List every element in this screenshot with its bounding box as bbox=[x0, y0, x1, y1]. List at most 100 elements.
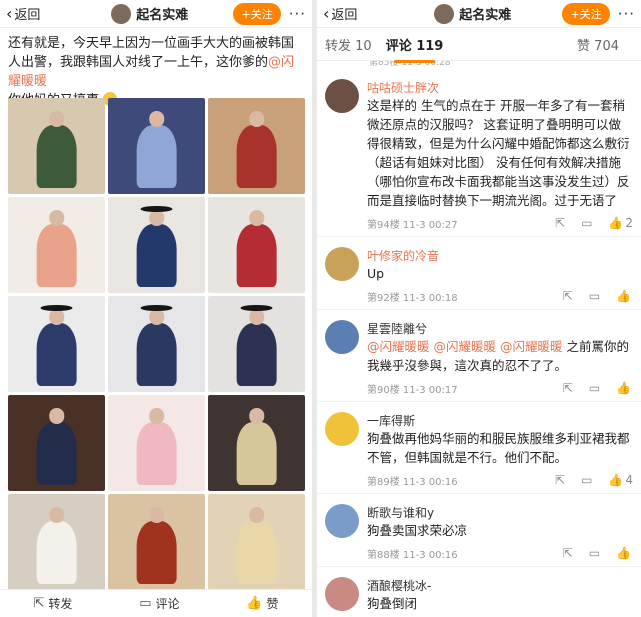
comment-content: 狗叠做再他妈华丽的和服民族服维多利亚裙我都不管，但韩国就是不行。他们不配。 bbox=[367, 431, 630, 465]
reply-icon[interactable]: ▭ bbox=[581, 216, 592, 230]
head-shape bbox=[48, 408, 65, 424]
comment-text: 狗叠倒闭 bbox=[367, 594, 633, 613]
like-button[interactable]: 👍 bbox=[616, 546, 633, 560]
share-icon[interactable]: ⇱ bbox=[563, 289, 573, 303]
photo-thumbnail[interactable] bbox=[108, 395, 205, 491]
comment-meta: 第94楼 11-3 00:27 ⇱ ▭ 👍 2 bbox=[367, 210, 633, 236]
comment-body: 酒酿樱桃冰- 狗叠倒闭第86楼 11-3 00:15⇱▭👍 bbox=[367, 577, 633, 617]
comment-content: 这是样的 生气的点在于 开服一年多了有一套稍微还原点的汉服吗？ 这套证明了叠明明… bbox=[367, 98, 630, 208]
tab-like[interactable]: 赞 704 bbox=[577, 35, 619, 54]
photo-thumbnail[interactable] bbox=[108, 197, 205, 293]
figure-shape bbox=[36, 322, 77, 387]
head-shape bbox=[148, 408, 165, 424]
share-icon[interactable]: ⇱ bbox=[555, 473, 565, 487]
back-button[interactable]: ‹ 返回 bbox=[323, 4, 383, 23]
commenter-name[interactable]: 星雲陸離兮 bbox=[367, 320, 633, 337]
chevron-left-icon: ‹ bbox=[323, 3, 330, 23]
comment-body: 咕咕硕士胖次这是样的 生气的点在于 开服一年多了有一套稍微还原点的汉服吗？ 这套… bbox=[367, 79, 633, 236]
commenter-name[interactable]: 一库得斯 bbox=[367, 412, 633, 429]
comment-body: 一库得斯狗叠做再他妈华丽的和服民族服维多利亚裙我都不管，但韩国就是不行。他们不配… bbox=[367, 412, 633, 493]
photo-thumbnail[interactable] bbox=[8, 395, 105, 491]
photo-thumbnail[interactable] bbox=[108, 494, 205, 590]
like-button[interactable]: 👍 赞 bbox=[246, 595, 278, 612]
tab-comment[interactable]: 评论 119 bbox=[386, 35, 443, 63]
commenter-avatar[interactable] bbox=[325, 247, 359, 281]
figure-shape bbox=[36, 421, 77, 486]
comment-button[interactable]: ▭ 评论 bbox=[139, 595, 179, 612]
commenter-avatar[interactable] bbox=[325, 79, 359, 113]
photo-thumbnail[interactable] bbox=[108, 98, 205, 194]
figure-shape bbox=[136, 520, 177, 585]
author-name[interactable]: 起名实难 bbox=[459, 4, 511, 23]
like-button[interactable]: 👍 bbox=[616, 289, 633, 303]
commenter-avatar[interactable] bbox=[325, 320, 359, 354]
author-info: 起名实难 bbox=[66, 3, 233, 24]
follow-button[interactable]: +关注 bbox=[562, 2, 610, 25]
like-button[interactable]: 👍 4 bbox=[608, 473, 633, 487]
comment-item: 酒酿樱桃冰- 狗叠倒闭第86楼 11-3 00:15⇱▭👍 bbox=[317, 567, 641, 617]
comment-actions: ⇱ ▭ 👍 bbox=[563, 289, 633, 303]
commenter-name[interactable]: 叶修家的冷音 bbox=[367, 247, 633, 264]
reply-icon[interactable]: ▭ bbox=[589, 546, 600, 560]
floor-time: 第92楼 11-3 00:18 bbox=[367, 292, 458, 304]
post-text: 还有就是，今天早上因为一位画手大大的画被韩国人出警，我跟韩国人对线了一上午，这你… bbox=[0, 28, 312, 108]
photo-thumbnail[interactable] bbox=[208, 494, 305, 590]
author-info: 起名实难 bbox=[383, 3, 562, 24]
comment-meta: 第92楼 11-3 00:18 ⇱ ▭ 👍 bbox=[367, 283, 633, 309]
head-shape bbox=[248, 507, 265, 523]
photo-thumbnail[interactable] bbox=[8, 296, 105, 392]
comment-actions: ⇱ ▭ 👍 4 bbox=[555, 473, 633, 487]
more-icon[interactable]: ··· bbox=[618, 5, 635, 23]
comment-text: 狗叠做再他妈华丽的和服民族服维多利亚裙我都不管，但韩国就是不行。他们不配。 bbox=[367, 429, 633, 467]
commenter-avatar[interactable] bbox=[325, 412, 359, 446]
commenter-avatar[interactable] bbox=[325, 577, 359, 611]
like-button[interactable]: 👍 bbox=[616, 381, 633, 395]
photo-thumbnail[interactable] bbox=[208, 197, 305, 293]
thumbs-up-icon: 👍 bbox=[608, 473, 624, 487]
photo-thumbnail[interactable] bbox=[208, 98, 305, 194]
more-icon[interactable]: ··· bbox=[289, 5, 306, 23]
share-icon[interactable]: ⇱ bbox=[555, 216, 565, 230]
post-body: 还有就是，今天早上因为一位画手大大的画被韩国人出警，我跟韩国人对线了一上午，这你… bbox=[8, 36, 295, 70]
comment-meta: 第89楼 11-3 00:16 ⇱ ▭ 👍 4 bbox=[367, 467, 633, 493]
reply-icon[interactable]: ▭ bbox=[589, 381, 600, 395]
reply-icon[interactable]: ▭ bbox=[581, 473, 592, 487]
figure-shape bbox=[136, 223, 177, 288]
reply-icon[interactable]: ▭ bbox=[589, 289, 600, 303]
figure-shape bbox=[236, 124, 277, 189]
comment-meta: 第90楼 11-3 00:17 ⇱ ▭ 👍 bbox=[367, 375, 633, 401]
commenter-name[interactable]: 咕咕硕士胖次 bbox=[367, 79, 633, 96]
tab-repost[interactable]: 转发 10 bbox=[325, 35, 372, 54]
comment-item: 星雲陸離兮 @闪耀暖暖 @闪耀暖暖 @闪耀暖暖 之前罵你的我幾乎沒參與，這次真的忍… bbox=[317, 310, 641, 402]
mention-link[interactable]: @闪耀暖暖 @闪耀暖暖 @闪耀暖暖 bbox=[367, 339, 562, 354]
photo-thumbnail[interactable] bbox=[208, 395, 305, 491]
comment-content: Up bbox=[367, 266, 385, 281]
comment-text: Up bbox=[367, 264, 633, 283]
repost-button[interactable]: ⇱ 转发 bbox=[33, 595, 72, 612]
head-shape bbox=[148, 210, 165, 226]
avatar[interactable] bbox=[434, 3, 455, 24]
like-button[interactable]: 👍 2 bbox=[608, 216, 633, 230]
commenter-name[interactable]: 酒酿樱桃冰- bbox=[367, 577, 633, 594]
photo-thumbnail[interactable] bbox=[208, 296, 305, 392]
back-button[interactable]: ‹ 返回 bbox=[6, 4, 66, 23]
floor-time: 第88楼 11-3 00:16 bbox=[367, 549, 458, 561]
avatar[interactable] bbox=[111, 3, 132, 24]
photo-thumbnail[interactable] bbox=[8, 98, 105, 194]
photo-thumbnail[interactable] bbox=[8, 494, 105, 590]
commenter-name[interactable]: 断歌与谁和y bbox=[367, 504, 633, 521]
author-name[interactable]: 起名实难 bbox=[136, 4, 188, 23]
commenter-avatar[interactable] bbox=[325, 504, 359, 538]
head-shape bbox=[48, 507, 65, 523]
top-bar: ‹ 返回 起名实难 +关注 ··· bbox=[317, 0, 641, 28]
follow-button[interactable]: +关注 bbox=[233, 2, 281, 25]
head-shape bbox=[248, 408, 265, 424]
share-icon[interactable]: ⇱ bbox=[563, 381, 573, 395]
photo-thumbnail[interactable] bbox=[108, 296, 205, 392]
like-count: 2 bbox=[625, 216, 633, 230]
top-bar: ‹ 返回 起名实难 +关注 ··· bbox=[0, 0, 312, 28]
photo-thumbnail[interactable] bbox=[8, 197, 105, 293]
comment-icon: ▭ bbox=[139, 596, 152, 611]
share-icon[interactable]: ⇱ bbox=[563, 546, 573, 560]
figure-shape bbox=[136, 124, 177, 189]
